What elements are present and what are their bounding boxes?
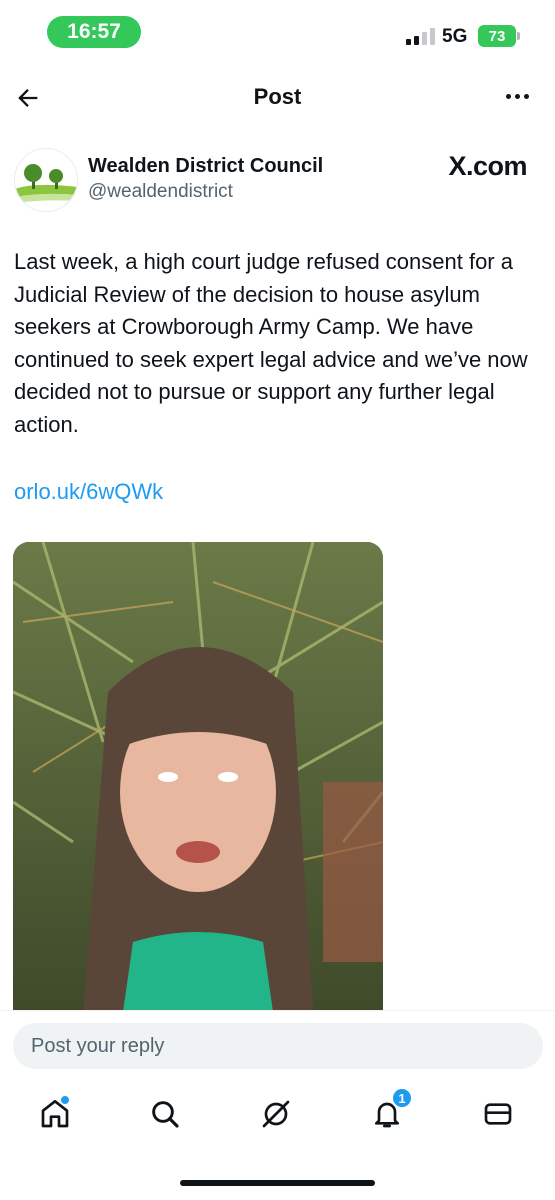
author-handle[interactable]: @wealdendistrict (88, 181, 233, 203)
signal-strength-icon (406, 28, 435, 45)
status-time: 16:57 (47, 16, 141, 48)
post-link[interactable]: orlo.uk/6wQWk (14, 479, 163, 505)
post-text: Last week, a high court judge refused co… (14, 249, 528, 437)
network-label: 5G (442, 26, 468, 47)
battery-cap (517, 32, 520, 40)
grok-icon (262, 1100, 290, 1128)
mail-icon (484, 1103, 512, 1125)
top-nav: Post (0, 70, 555, 126)
tab-notifications[interactable]: 1 (365, 1087, 413, 1136)
source-label: X.com (448, 151, 527, 181)
home-indicator (180, 1180, 375, 1186)
tab-grok[interactable] (254, 1092, 298, 1136)
council-logo (15, 149, 77, 211)
bottom-tab-bar: 1 (0, 1086, 555, 1146)
tab-messages[interactable] (476, 1092, 520, 1136)
page-title: Post (253, 84, 302, 109)
more-horizontal-icon[interactable] (506, 94, 529, 99)
notification-badge: 1 (391, 1087, 413, 1109)
tab-home[interactable] (33, 1092, 77, 1136)
search-icon (152, 1101, 179, 1128)
reply-bar (0, 1010, 555, 1077)
author-name[interactable]: Wealden District Council (88, 155, 323, 178)
battery-level: 73 (488, 27, 506, 45)
video-thumbnail (13, 542, 383, 1012)
reply-input[interactable] (13, 1023, 543, 1069)
battery-icon: 73 (478, 25, 516, 47)
home-notification-dot (60, 1095, 70, 1105)
status-bar: 16:57 5G 73 (0, 0, 555, 60)
tab-search[interactable] (143, 1092, 187, 1136)
post-video[interactable] (13, 542, 383, 1012)
avatar[interactable] (14, 148, 78, 212)
